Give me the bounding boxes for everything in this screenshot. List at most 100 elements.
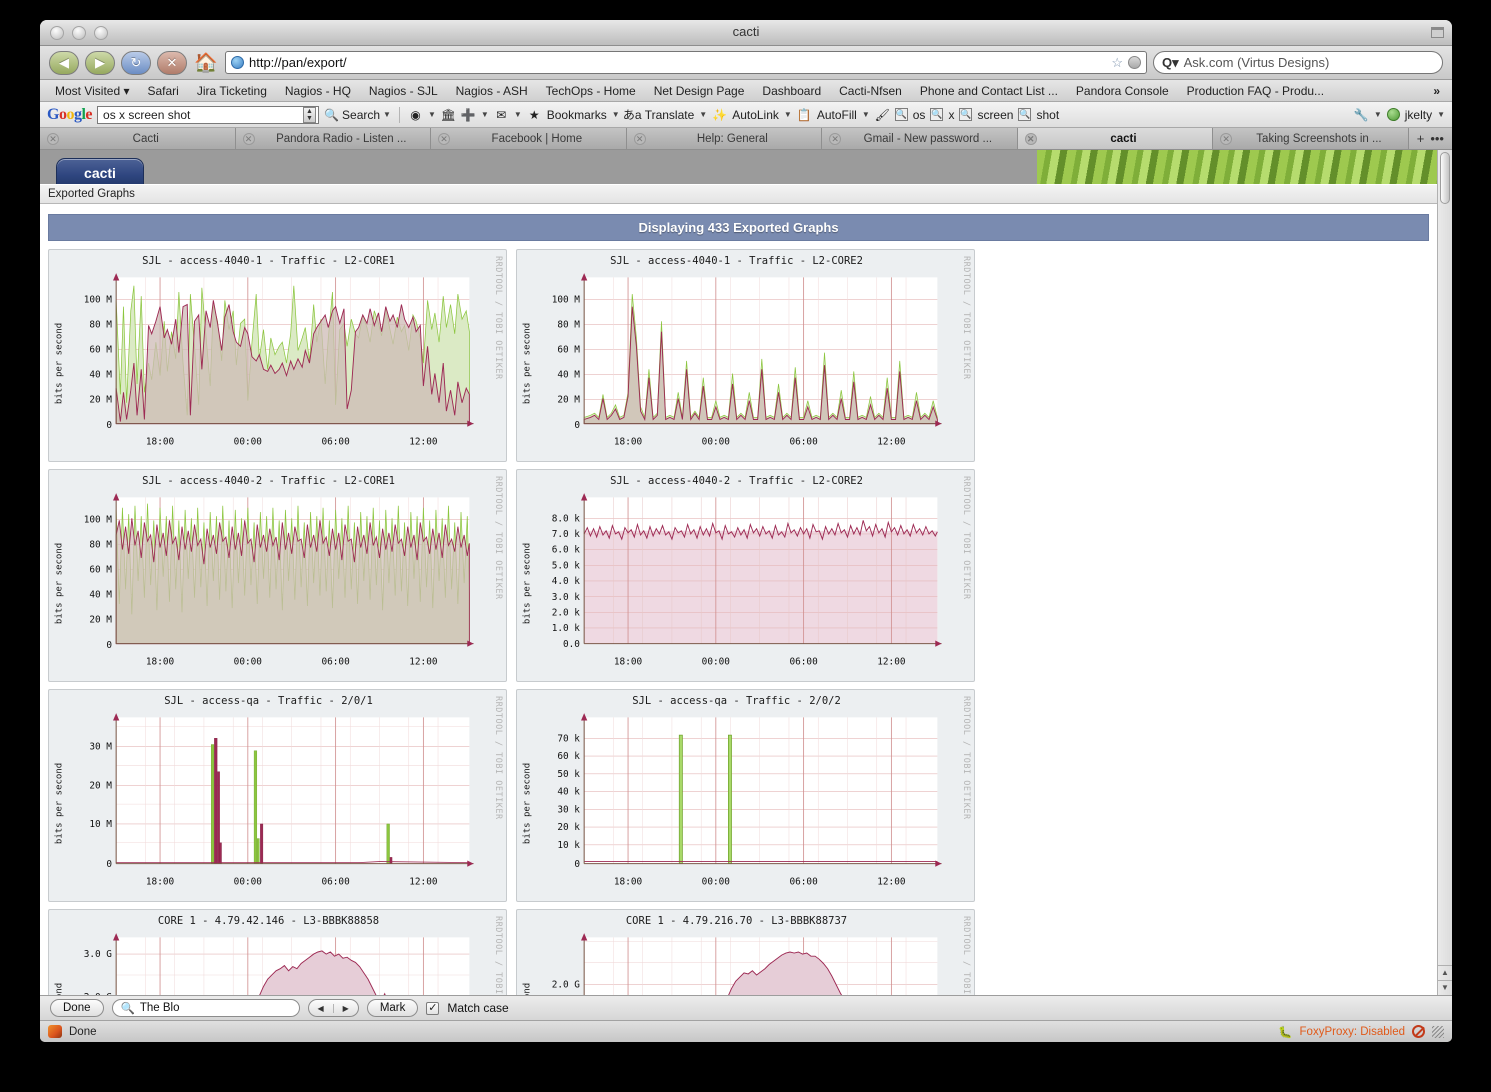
bookmarks-overflow-icon[interactable]: » (1427, 84, 1446, 98)
graph-card[interactable]: RRDTOOL / TOBI OETIKER SJL - access-4040… (516, 469, 975, 683)
match-case-label[interactable]: Match case (447, 1001, 508, 1015)
home-icon[interactable]: 🏠 (193, 50, 219, 76)
bookmark-cacti-nfsen[interactable]: Cacti-Nfsen (830, 84, 911, 98)
google-search-button[interactable]: 🔍 Search ▼ (324, 107, 391, 122)
chevron-down-icon[interactable]: ▼ (428, 110, 436, 119)
new-tab-button[interactable]: + (1417, 131, 1425, 146)
pagerank-icon[interactable]: ◉ (408, 107, 423, 122)
chevron-down-icon[interactable]: ▼ (383, 110, 391, 119)
find-input[interactable]: 🔍 The Blo (111, 999, 300, 1017)
find-previous-button[interactable]: ◀ (309, 1003, 334, 1013)
graph-card[interactable]: RRDTOOL / TOBI OETIKER CORE 1 - 4.79.42.… (48, 909, 507, 995)
blocked-icon[interactable] (1412, 1025, 1425, 1038)
bug-icon[interactable]: 🐛 (1278, 1025, 1292, 1039)
window-toolbar-toggle[interactable] (1431, 27, 1444, 38)
graph-card[interactable]: RRDTOOL / TOBI OETIKER SJL - access-4040… (516, 249, 975, 463)
bookmark-nagios-hq[interactable]: Nagios - HQ (276, 84, 360, 98)
google-search-input[interactable]: os x screen shot ▲ ▼ (97, 105, 320, 124)
google-user-label[interactable]: jkelty (1405, 108, 1432, 122)
svg-text:00:00: 00:00 (702, 877, 731, 888)
bookmark-star-icon[interactable]: ☆ (1111, 55, 1123, 71)
back-arrow-icon[interactable]: ◀ (49, 50, 79, 75)
chevron-down-icon[interactable]: ▼ (699, 110, 707, 119)
bookmark-net-design-page[interactable]: Net Design Page (645, 84, 754, 98)
vertical-scrollbar[interactable]: ▲ ▼ (1437, 150, 1452, 995)
highlight-term-os[interactable]: os (913, 108, 926, 122)
tab-cacti-active[interactable]: ✕ cacti (1017, 128, 1214, 149)
stop-icon[interactable]: ✕ (157, 50, 187, 75)
tab-list-icon[interactable]: ••• (1430, 131, 1444, 146)
close-icon[interactable]: ✕ (633, 132, 646, 145)
bookmark-safari[interactable]: Safari (139, 84, 188, 98)
graph-card[interactable]: RRDTOOL / TOBI OETIKER CORE 1 - 4.79.216… (516, 909, 975, 995)
graph-card[interactable]: RRDTOOL / TOBI OETIKER SJL - access-qa -… (48, 689, 507, 903)
svg-text:20 M: 20 M (89, 781, 112, 792)
chevron-down-icon[interactable]: ▼ (514, 110, 522, 119)
close-icon[interactable]: ✕ (1220, 132, 1233, 145)
close-icon[interactable]: ✕ (829, 132, 842, 145)
bookmark-pandora-console[interactable]: Pandora Console (1067, 84, 1178, 98)
gmail-icon[interactable]: ✉ (494, 107, 509, 122)
bookmark-nagios-ash[interactable]: Nagios - ASH (447, 84, 537, 98)
google-autolink-label[interactable]: AutoLink (732, 108, 779, 122)
svg-text:00:00: 00:00 (702, 437, 731, 448)
find-done-button[interactable]: Done (50, 999, 104, 1017)
cacti-logo[interactable]: cacti (56, 158, 144, 184)
graph-card[interactable]: RRDTOOL / TOBI OETIKER SJL - access-4040… (48, 249, 507, 463)
scrollbar-track[interactable] (1438, 206, 1452, 965)
highlight-term-shot[interactable]: shot (1036, 108, 1059, 122)
autofill-icon: 📋 (796, 107, 812, 122)
chevron-down-icon[interactable]: ▼ (612, 110, 620, 119)
close-icon[interactable]: ✕ (1024, 132, 1037, 145)
tab-gmail[interactable]: ✕ Gmail - New password ... (822, 128, 1018, 149)
highlight-term-x[interactable]: x (948, 108, 954, 122)
reload-icon[interactable]: ↻ (121, 50, 151, 75)
bookmark-most-visited[interactable]: Most Visited ▾ (46, 84, 139, 98)
bookmark-star-icon[interactable]: ★ (527, 107, 542, 122)
forward-arrow-icon[interactable]: ▶ (85, 50, 115, 75)
bookmark-techops-home[interactable]: TechOps - Home (537, 84, 645, 98)
chevron-down-icon[interactable]: ▼ (1437, 110, 1445, 119)
tab-taking-screenshots[interactable]: ✕ Taking Screenshots in ... (1213, 128, 1409, 149)
tab-facebook[interactable]: ✕ Facebook | Home (431, 128, 627, 149)
bookmark-phone-contact-list[interactable]: Phone and Contact List ... (911, 84, 1067, 98)
highlight-icon[interactable]: 🖌 (875, 107, 890, 122)
graph-card[interactable]: RRDTOOL / TOBI OETIKER SJL - access-qa -… (516, 689, 975, 903)
tab-cacti-1[interactable]: ✕ Cacti (40, 128, 236, 149)
close-icon[interactable]: ✕ (47, 132, 59, 145)
bookmark-production-faq[interactable]: Production FAQ - Produ... (1178, 84, 1333, 98)
google-translate-label[interactable]: Translate (645, 108, 695, 122)
tab-pandora-radio[interactable]: ✕ Pandora Radio - Listen ... (235, 128, 432, 149)
share-plus-icon[interactable]: ➕ (461, 107, 476, 122)
tab-help-general[interactable]: ✕ Help: General (626, 128, 823, 149)
scroll-up-button[interactable]: ▲ (1438, 965, 1452, 980)
graph-card[interactable]: RRDTOOL / TOBI OETIKER SJL - access-4040… (48, 469, 507, 683)
google-autofill-label[interactable]: AutoFill (817, 108, 857, 122)
scrollbar-thumb[interactable] (1440, 152, 1450, 204)
bookmark-jira-ticketing[interactable]: Jira Ticketing (188, 84, 276, 98)
chevron-down-icon[interactable]: ▼ (481, 110, 489, 119)
google-bookmarks-label[interactable]: Bookmarks (547, 108, 607, 122)
tab-label: Cacti (132, 132, 159, 145)
chevron-down-icon[interactable]: ▼ (1374, 110, 1382, 119)
foxyproxy-status[interactable]: FoxyProxy: Disabled (1300, 1026, 1405, 1038)
close-icon[interactable]: ✕ (438, 132, 451, 145)
address-bar[interactable]: http://pan/export/ ☆ (225, 51, 1147, 74)
settings-wrench-icon[interactable]: 🔧 (1354, 107, 1369, 122)
chevron-down-icon[interactable]: ▼ (862, 110, 870, 119)
tab-label: cacti (1110, 132, 1137, 145)
highlight-term-screen[interactable]: screen (977, 108, 1013, 122)
bookmark-dashboard[interactable]: Dashboard (753, 84, 830, 98)
close-icon[interactable]: ✕ (242, 132, 255, 145)
find-mark-button[interactable]: Mark (366, 999, 419, 1017)
find-next-button[interactable]: ▶ (334, 1004, 358, 1013)
news-icon[interactable]: 🏛 (441, 107, 456, 122)
chevron-down-icon[interactable]: ▼ (784, 110, 792, 119)
scroll-down-button[interactable]: ▼ (1438, 980, 1452, 995)
history-dropdown-icon[interactable]: ▲ ▼ (303, 106, 317, 123)
match-case-checkbox[interactable]: ✓ (426, 1001, 440, 1015)
search-input[interactable]: Q▾ Ask.com (Virtus Designs) (1153, 51, 1443, 74)
bookmark-nagios-sjl[interactable]: Nagios - SJL (360, 84, 447, 98)
feed-icon[interactable] (1128, 56, 1141, 69)
resize-grip[interactable] (1432, 1025, 1444, 1038)
